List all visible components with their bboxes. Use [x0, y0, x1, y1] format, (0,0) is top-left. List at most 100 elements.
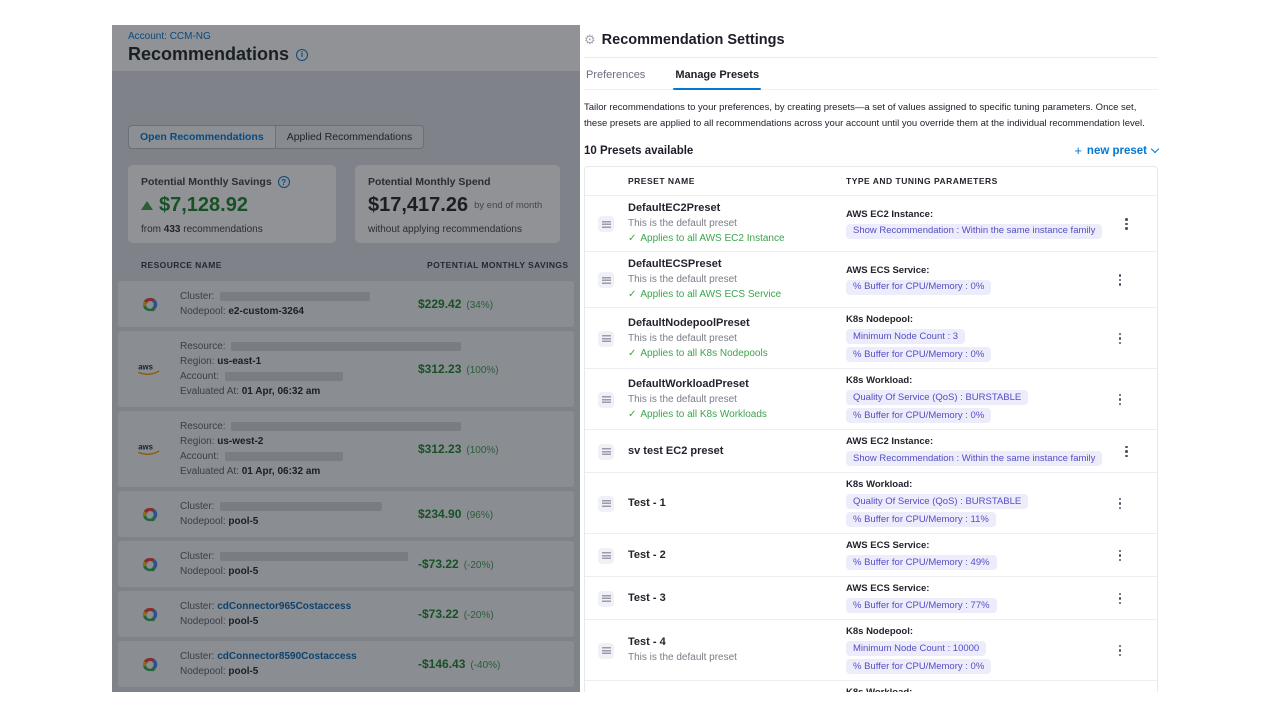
- kebab-dot: [1125, 227, 1128, 230]
- drag-handle-icon[interactable]: [598, 591, 614, 607]
- col-tuning-parameters: TYPE AND TUNING PARAMETERS: [846, 176, 1096, 186]
- drag-handle-icon[interactable]: [598, 496, 614, 512]
- preset-name-cell: DefaultNodepoolPresetThis is the default…: [628, 317, 846, 360]
- tuning-parameters-cell: AWS ECS Service:% Buffer for CPU/Memory …: [846, 265, 1096, 295]
- preset-applies-text: Applies to all AWS ECS Service: [640, 289, 781, 301]
- tuning-pills: % Buffer for CPU/Memory : 49%: [846, 555, 1096, 570]
- drag-handle-icon[interactable]: [598, 331, 614, 347]
- preset-row: Test - 2AWS ECS Service:% Buffer for CPU…: [585, 533, 1157, 576]
- preset-row: TestRajK8s Workload:Quality Of Service (…: [585, 680, 1157, 692]
- kebab-dot: [1119, 654, 1122, 657]
- drag-handle-icon[interactable]: [598, 392, 614, 408]
- preset-name-cell: Test - 1: [628, 497, 846, 510]
- preset-applies-text: Applies to all K8s Workloads: [640, 409, 767, 421]
- tuning-pill: % Buffer for CPU/Memory : 0%: [846, 280, 991, 295]
- kebab-dot: [1119, 283, 1122, 286]
- drag-lines: [602, 448, 611, 455]
- preset-row: Test - 4This is the default presetK8s No…: [585, 619, 1157, 680]
- tuning-parameters-cell: K8s Workload:Quality Of Service (QoS) : …: [846, 375, 1096, 423]
- preset-default-note: This is the default preset: [628, 394, 846, 406]
- preset-type-label: AWS ECS Service:: [846, 540, 1096, 552]
- tuning-pill: % Buffer for CPU/Memory : 0%: [846, 408, 991, 423]
- kebab-menu-button[interactable]: [1115, 589, 1126, 609]
- kebab-dot: [1119, 507, 1122, 510]
- preset-name-cell: DefaultECSPresetThis is the default pres…: [628, 258, 846, 301]
- preset-default-note: This is the default preset: [628, 218, 846, 230]
- recommendation-settings-drawer: ⚙ Recommendation Settings Preferences Ma…: [580, 25, 1172, 692]
- preset-name: DefaultWorkloadPreset: [628, 378, 846, 391]
- chevron-down-icon: [1151, 145, 1159, 153]
- drag-handle-icon[interactable]: [598, 216, 614, 232]
- preset-name-cell: Test - 3: [628, 592, 846, 605]
- drag-handle-icon[interactable]: [598, 643, 614, 659]
- tuning-pills: Show Recommendation : Within the same in…: [846, 224, 1102, 239]
- preset-rows: DefaultEC2PresetThis is the default pres…: [585, 195, 1157, 692]
- tuning-pill: Minimum Node Count : 3: [846, 329, 965, 344]
- kebab-dot: [1119, 333, 1122, 336]
- preset-name-cell: Test - 4This is the default preset: [628, 636, 846, 664]
- tuning-pill: % Buffer for CPU/Memory : 0%: [846, 659, 991, 674]
- preset-name: DefaultECSPreset: [628, 258, 846, 271]
- tuning-pills: Show Recommendation : Within the same in…: [846, 451, 1102, 466]
- drag-handle-icon[interactable]: [598, 548, 614, 564]
- tuning-parameters-cell: AWS EC2 Instance:Show Recommendation : W…: [846, 436, 1102, 466]
- check-icon: ✓: [628, 289, 636, 301]
- tuning-pill: Show Recommendation : Within the same in…: [846, 451, 1102, 466]
- preset-name: sv test EC2 preset: [628, 445, 846, 458]
- settings-title: Recommendation Settings: [602, 32, 785, 48]
- tab-manage-presets[interactable]: Manage Presets: [673, 59, 761, 89]
- kebab-dot: [1125, 218, 1128, 221]
- kebab-dot: [1119, 550, 1122, 553]
- kebab-dot: [1125, 450, 1128, 453]
- tuning-pills: Minimum Node Count : 10000% Buffer for C…: [846, 641, 1096, 674]
- preset-row: DefaultNodepoolPresetThis is the default…: [585, 307, 1157, 368]
- drag-handle-icon[interactable]: [598, 272, 614, 288]
- drag-lines: [602, 552, 611, 559]
- tuning-pill: Show Recommendation : Within the same in…: [846, 224, 1102, 239]
- preset-applies: ✓ Applies to all AWS ECS Service: [628, 289, 846, 301]
- kebab-dot: [1119, 649, 1122, 652]
- kebab-dot: [1119, 502, 1122, 505]
- check-icon: ✓: [628, 348, 636, 360]
- tuning-parameters-cell: AWS EC2 Instance: Show Recommendation : W…: [846, 209, 1102, 239]
- preset-name: Test - 3: [628, 592, 846, 605]
- check-icon: ✓: [628, 409, 636, 421]
- kebab-dot: [1125, 446, 1128, 449]
- new-preset-button[interactable]: + new preset: [1074, 143, 1158, 158]
- kebab-menu-button[interactable]: [1115, 329, 1126, 349]
- preset-applies: ✓ Applies to all K8s Workloads: [628, 409, 846, 421]
- drag-handle-icon[interactable]: [598, 444, 614, 460]
- kebab-dot: [1125, 223, 1128, 226]
- kebab-menu-button[interactable]: [1115, 494, 1126, 514]
- tuning-pill: % Buffer for CPU/Memory : 49%: [846, 555, 997, 570]
- tuning-pills: Quality Of Service (QoS) : BURSTABLE % Bu…: [846, 390, 1096, 423]
- tuning-parameters-cell: AWS ECS Service:% Buffer for CPU/Memory …: [846, 583, 1096, 613]
- kebab-menu-button[interactable]: [1121, 442, 1132, 462]
- plus-icon: +: [1074, 143, 1082, 158]
- modal-backdrop[interactable]: [112, 25, 580, 692]
- kebab-dot: [1119, 559, 1122, 562]
- tuning-parameters-cell: K8s Nodepool:Minimum Node Count : 10000%…: [846, 626, 1096, 674]
- drag-lines: [602, 500, 611, 507]
- tab-preferences[interactable]: Preferences: [584, 59, 647, 89]
- kebab-dot: [1119, 645, 1122, 648]
- kebab-menu-button[interactable]: [1121, 214, 1132, 234]
- kebab-dot: [1119, 279, 1122, 282]
- divider: [584, 57, 1158, 58]
- preset-applies: ✓Applies to all AWS EC2 Instance: [628, 233, 846, 245]
- kebab-menu-button[interactable]: [1115, 390, 1126, 410]
- preset-applies-text: Applies to all K8s Nodepools: [640, 348, 767, 360]
- preset-type-label: AWS EC2 Instance:: [846, 209, 1102, 221]
- tuning-pill: Quality Of Service (QoS) : BURSTABLE: [846, 390, 1028, 405]
- check-icon: ✓: [628, 233, 636, 245]
- preset-name: Test - 1: [628, 497, 846, 510]
- recommendations-page: Account: CCM-NG Recommendations i Open R…: [112, 25, 580, 692]
- preset-type-label: AWS ECS Service:: [846, 583, 1096, 595]
- col-preset-name: PRESET NAME: [628, 176, 846, 186]
- kebab-menu-button[interactable]: [1115, 546, 1126, 566]
- kebab-menu-button[interactable]: [1115, 641, 1126, 661]
- kebab-dot: [1119, 593, 1122, 596]
- preset-table: PRESET NAME TYPE AND TUNING PARAMETERS D…: [584, 166, 1158, 692]
- preset-table-header: PRESET NAME TYPE AND TUNING PARAMETERS: [585, 167, 1157, 195]
- kebab-menu-button[interactable]: [1115, 270, 1126, 290]
